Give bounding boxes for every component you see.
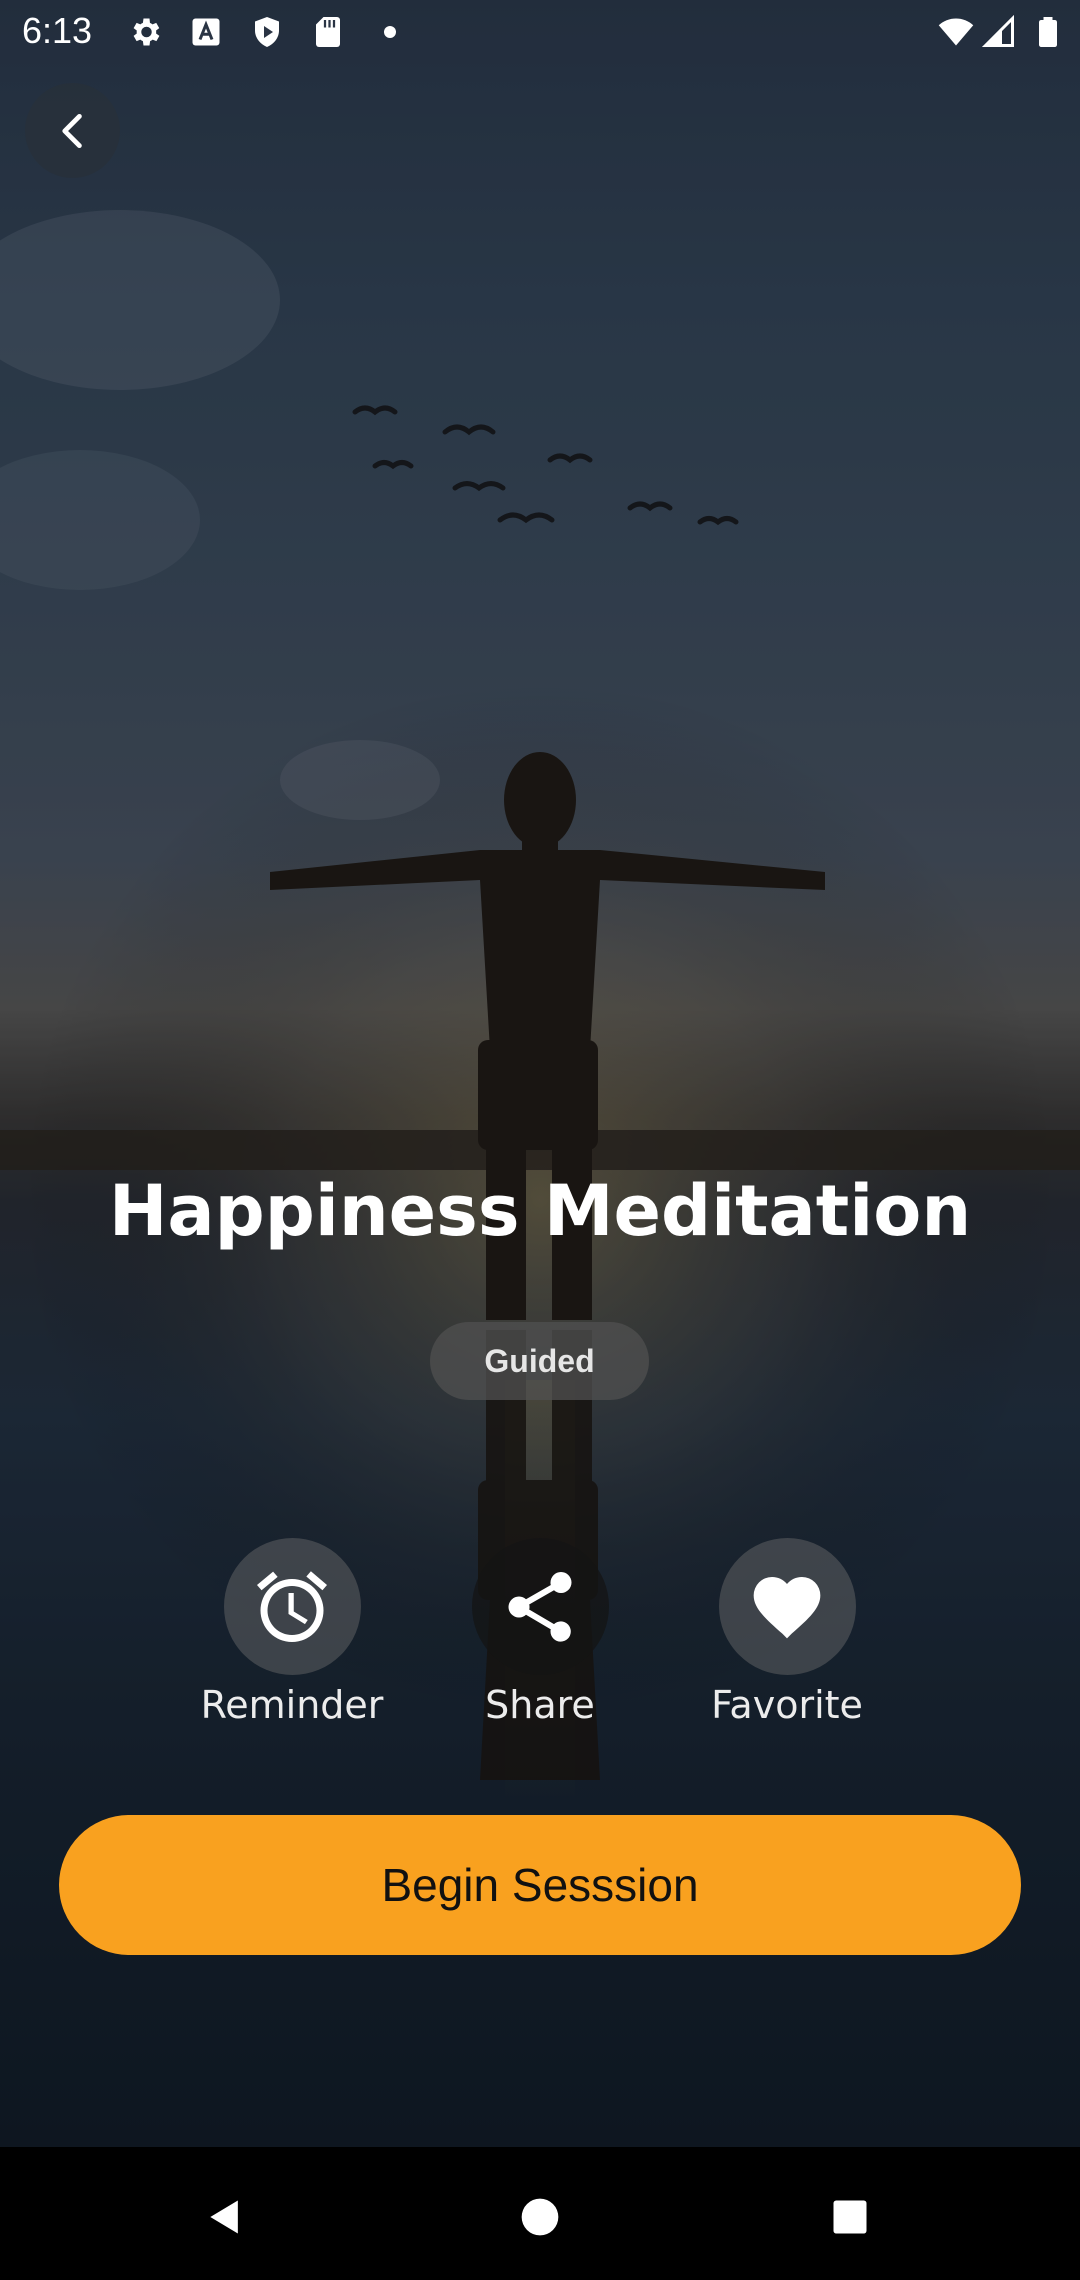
notification-dot-icon — [372, 14, 408, 50]
settings-icon — [127, 14, 163, 50]
wifi-icon — [938, 14, 974, 50]
session-title: Happiness Meditation — [108, 1170, 972, 1252]
nav-back-button[interactable] — [195, 2187, 255, 2247]
recents-square-icon — [833, 2200, 867, 2234]
shield-play-icon — [249, 14, 285, 50]
favorite-action[interactable]: Favorite — [667, 1538, 907, 1727]
reminder-action[interactable]: Reminder — [172, 1538, 412, 1727]
session-type-badge: Guided — [430, 1322, 649, 1400]
begin-session-button[interactable]: Begin Sesssion — [59, 1815, 1021, 1955]
nav-recents-button[interactable] — [820, 2187, 880, 2247]
status-bar: 6:13 — [0, 0, 1080, 64]
heart-icon — [753, 1576, 821, 1638]
favorite-button[interactable] — [718, 1538, 856, 1675]
system-nav-bar — [0, 2147, 1080, 2280]
accessibility-icon — [188, 14, 224, 50]
favorite-label: Favorite — [711, 1683, 863, 1727]
sd-card-icon — [310, 14, 346, 50]
reminder-label: Reminder — [200, 1683, 384, 1727]
reminder-button[interactable] — [223, 1538, 361, 1675]
status-time: 6:13 — [22, 10, 93, 51]
share-action[interactable]: Share — [420, 1538, 660, 1727]
home-circle-icon — [521, 2198, 559, 2236]
back-triangle-icon — [210, 2200, 238, 2234]
battery-icon — [1030, 14, 1066, 50]
back-button[interactable] — [25, 83, 120, 178]
alarm-clock-icon — [257, 1570, 327, 1642]
share-button[interactable] — [471, 1538, 609, 1675]
share-label: Share — [485, 1683, 595, 1727]
share-icon — [508, 1571, 572, 1642]
nav-home-button[interactable] — [510, 2187, 570, 2247]
cell-signal-icon — [981, 14, 1017, 50]
chevron-left-icon — [61, 113, 82, 148]
